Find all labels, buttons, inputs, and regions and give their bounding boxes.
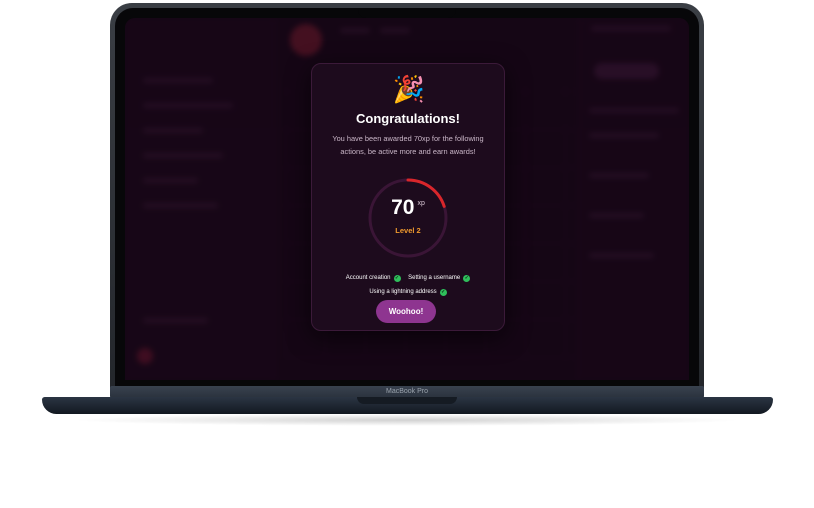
actions-row: Using a lightning address ✓ xyxy=(312,285,504,299)
xp-display: 70 xp xyxy=(366,196,450,220)
xp-unit: xp xyxy=(417,200,425,207)
modal-description: You have been awarded 70xp for the follo… xyxy=(332,134,484,156)
xp-value: 70 xyxy=(391,196,415,219)
level-label: Level 2 xyxy=(395,226,421,235)
check-icon: ✓ xyxy=(393,275,401,282)
congratulations-modal: 🎉 Congratulations! You have been awarded… xyxy=(311,63,505,331)
actions-row: Account creation ✓ Setting a username ✓ xyxy=(312,271,504,285)
action-label: Setting a username xyxy=(408,275,461,281)
action-label: Account creation xyxy=(345,275,391,281)
laptop-shadow xyxy=(70,414,744,426)
check-icon: ✓ xyxy=(439,289,447,296)
woohoo-button[interactable]: Woohoo! xyxy=(376,300,436,323)
modal-title: Congratulations! xyxy=(356,111,460,126)
action-label: Using a lightning address xyxy=(369,289,437,295)
action-item: Using a lightning address ✓ xyxy=(369,285,447,299)
action-item: Account creation ✓ xyxy=(346,271,401,285)
check-icon: ✓ xyxy=(463,275,471,282)
party-popper-icon: 🎉 xyxy=(392,74,426,104)
action-item: Setting a username ✓ xyxy=(408,271,471,285)
base-opening-notch xyxy=(357,397,457,404)
completed-actions: Account creation ✓ Setting a username ✓ Us… xyxy=(312,271,504,299)
laptop-screen: 🎉 Congratulations! You have been awarded… xyxy=(125,18,689,380)
camera-notch xyxy=(358,8,456,18)
